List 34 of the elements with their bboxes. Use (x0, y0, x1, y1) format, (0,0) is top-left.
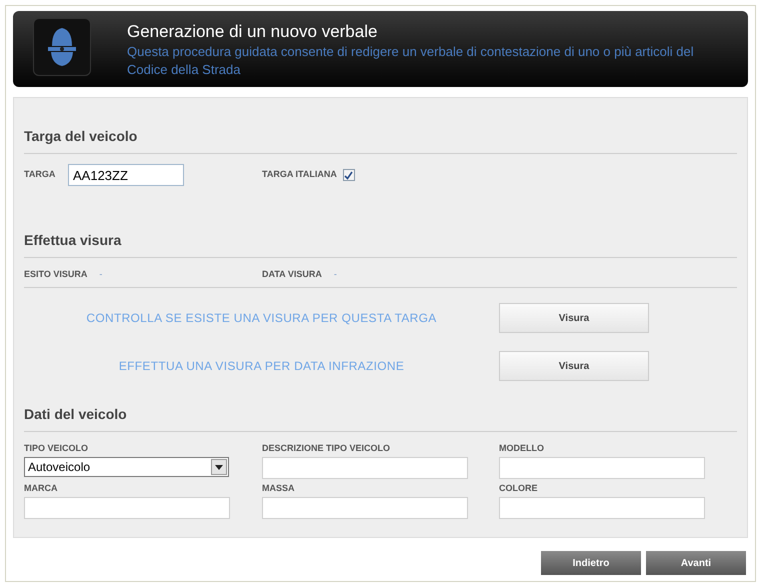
check-icon (344, 170, 354, 180)
visura-button[interactable]: Visura (499, 303, 649, 333)
vehicle-type-select[interactable]: Autoveicolo (24, 457, 229, 477)
text-field[interactable] (499, 497, 705, 519)
field-value: - (99, 268, 102, 281)
field-label: TIPO VEICOLO (24, 442, 90, 454)
text-field[interactable] (24, 497, 230, 519)
text-field[interactable] (499, 457, 705, 479)
text-field[interactable] (262, 457, 468, 479)
section-title: Dati del veicolo (24, 405, 128, 424)
text-field[interactable] (262, 497, 468, 519)
field-label: TARGA (24, 168, 56, 182)
helmet-icon (45, 26, 79, 68)
field-label: COLORE (499, 482, 539, 494)
nav-button[interactable]: Indietro (541, 551, 641, 575)
field-value: - (334, 268, 337, 281)
dropdown-arrow-icon (215, 464, 223, 470)
field-label: MODELLO (499, 442, 545, 454)
page-subtitle: Questa procedura guidata consente di redigere un verbale di contestazione di uno o più articoli del Codice della Strada (127, 43, 695, 79)
field-label: ESITO VISURA (24, 268, 88, 281)
checkbox[interactable] (342, 169, 355, 181)
page-title: Generazione di un nuovo verbale (127, 21, 378, 43)
plate-field[interactable]: AA123ZZ (68, 164, 184, 186)
visura-button[interactable]: Visura (499, 351, 649, 381)
field-label: MARCA (24, 482, 58, 494)
nav-button[interactable]: Avanti (646, 551, 746, 575)
field-label: DESCRIZIONE TIPO VEICOLO (262, 442, 392, 454)
field-label: TARGA ITALIANA (262, 168, 337, 182)
section-title: Effettua visura (24, 231, 122, 250)
field-label: DATA VISURA (262, 268, 322, 281)
action-description: EFFETTUA UNA VISURA PER DATA INFRAZIONE (118, 358, 404, 375)
field-label: MASSA (262, 482, 296, 494)
action-description: CONTROLLA SE ESISTE UNA VISURA PER QUESTA TARGA (86, 310, 437, 327)
section-title: Targa del veicolo (24, 127, 138, 146)
